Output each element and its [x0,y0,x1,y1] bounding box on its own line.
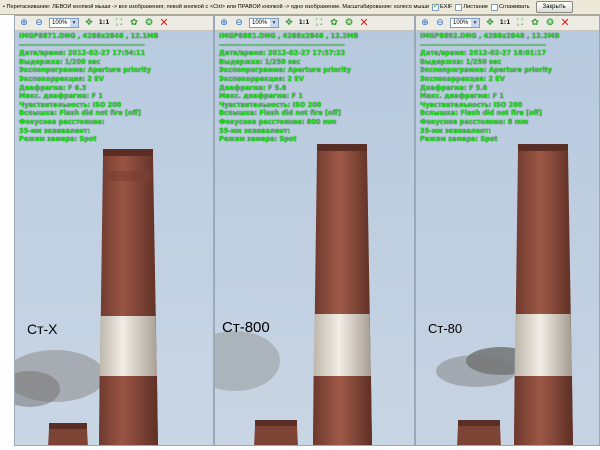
exif-overlay: IMGP8892.DNG , 4288x2848 , 12.2MB ------… [420,32,560,144]
chevron-down-icon[interactable]: ▼ [270,19,278,27]
exif-checkbox-label: EXIF [439,4,453,10]
smooth-checkbox-label: Сглаживать [498,4,530,10]
zoom-value: 100% [252,20,268,26]
exif-line-program: Экспопрограмма: Aperture priority [219,66,352,75]
smooth-checkbox[interactable]: Сглаживать [490,3,530,11]
zoom-value: 100% [453,20,469,26]
exif-line-35mm: 35-мм эквивалент: [19,126,91,135]
exif-line-focal: Фокусное расстояние: [19,117,105,126]
pane-toolbar: ⊕ ⊖ 100% ▼ ✥ 1:1 ⛶ ✿ ❂ ✕ [215,16,414,31]
scroll-checkbox-label: Листание [463,4,488,10]
photo-caption: Ст-800 [222,319,270,336]
exif-separator: ----------------------------------------… [19,40,145,49]
actual-size-button[interactable]: 1:1 [99,18,110,28]
exif-check-box[interactable] [431,2,439,11]
exif-header: IMGP8871.DNG , 4288x2848 , 12.1MB [19,32,159,40]
zoom-select[interactable]: 100% ▼ [49,18,79,28]
zoom-out-icon[interactable]: ⊖ [435,18,445,28]
chevron-down-icon[interactable]: ▼ [70,19,78,27]
exif-header: IMGP8892.DNG , 4288x2848 , 12.2MB [420,32,560,40]
exif-line-focal: Фокусное расстояние: 8 mm [420,117,529,126]
exif-line-datetime: Дата/время: 2012-02-27 17:57:22 [219,49,346,58]
close-window-button[interactable]: Закрыть [535,1,573,13]
exif-line-max-aperture: Макс. диафрагма: F 1 [420,92,504,101]
exif-line-flash: Вспышка: Flash did not fire [off] [219,109,341,118]
info-icon[interactable]: ✿ [329,18,339,28]
exif-separator: ----------------------------------------… [219,40,345,49]
info-icon[interactable]: ✿ [129,18,139,28]
exif-line-metering: Режим замера: Spot [19,135,97,144]
smooth-check-box[interactable] [490,3,498,11]
close-icon[interactable]: ✕ [159,17,169,28]
exif-line-max-aperture: Макс. диафрагма: F 1 [19,92,103,101]
image-pane-1[interactable]: ⊕ ⊖ 100% ▼ ✥ 1:1 ⛶ ✿ ❂ ✕ IMGP8871.DNG , … [14,15,214,446]
exif-line-datetime: Дата/время: 2012-02-27 18:01:17 [420,49,547,58]
save-icon[interactable]: ❂ [545,18,555,28]
fit-icon[interactable]: ✥ [485,18,495,28]
image-pane-2[interactable]: ⊕ ⊖ 100% ▼ ✥ 1:1 ⛶ ✿ ❂ ✕ IMGP8881.DNG , … [214,15,415,446]
zoom-in-icon[interactable]: ⊕ [19,18,29,28]
exif-line-aperture: Диафрагма: F 5.6 [219,83,287,92]
exif-line-35mm: 35-мм эквивалент: [219,126,291,135]
info-icon[interactable]: ✿ [530,18,540,28]
exif-line-program: Экспопрограмма: Aperture priority [19,66,152,75]
exif-line-metering: Режим замера: Spot [420,135,498,144]
actual-size-button[interactable]: 1:1 [299,18,310,28]
chevron-down-icon[interactable]: ▼ [471,19,479,27]
exif-line-aperture: Диафрагма: F 5.6 [420,83,488,92]
zoom-value: 100% [52,20,68,26]
zoom-select[interactable]: 100% ▼ [450,18,480,28]
exif-overlay: IMGP8871.DNG , 4288x2848 , 12.1MB ------… [19,32,159,144]
exif-separator: ----------------------------------------… [420,40,546,49]
exif-line-flash: Вспышка: Flash did not fire [off] [420,109,542,118]
exif-line-focal: Фокусное расстояние: 800 mm [219,117,337,126]
close-icon[interactable]: ✕ [560,17,570,28]
exif-line-datetime: Дата/время: 2012-02-27 17:54:11 [19,49,146,58]
zoom-in-icon[interactable]: ⊕ [420,18,430,28]
save-icon[interactable]: ❂ [344,18,354,28]
exif-overlay: IMGP8881.DNG , 4288x2848 , 12.2MB ------… [219,32,359,144]
zoom-out-icon[interactable]: ⊖ [34,18,44,28]
scroll-check-box[interactable] [455,3,463,11]
save-icon[interactable]: ❂ [144,18,154,28]
photo-caption: Ст-80 [428,321,463,336]
exif-checkbox[interactable]: EXIF [431,2,453,11]
exif-line-exp-comp: Экспокоррекция: 2 EV [19,74,104,83]
close-icon[interactable]: ✕ [359,17,369,28]
exif-line-max-aperture: Макс. диафрагма: F 1 [219,92,303,101]
exif-line-exp-comp: Экспокоррекция: 2 EV [219,74,304,83]
pane-toolbar: ⊕ ⊖ 100% ▼ ✥ 1:1 ⛶ ✿ ❂ ✕ [416,16,599,31]
exif-line-aperture: Диафрагма: F 6.3 [19,83,87,92]
fit-icon[interactable]: ✥ [84,18,94,28]
zoom-in-icon[interactable]: ⊕ [219,18,229,28]
pane-toolbar: ⊕ ⊖ 100% ▼ ✥ 1:1 ⛶ ✿ ❂ ✕ [15,16,213,31]
exif-line-exp-comp: Экспокоррекция: 2 EV [420,74,505,83]
actual-size-button[interactable]: 1:1 [500,18,511,28]
fullscreen-icon[interactable]: ⛶ [515,18,525,28]
image-pane-3[interactable]: ⊕ ⊖ 100% ▼ ✥ 1:1 ⛶ ✿ ❂ ✕ IMGP8892.DNG , … [415,15,600,446]
scroll-checkbox[interactable]: Листание [455,3,488,11]
zoom-select[interactable]: 100% ▼ [249,18,279,28]
fullscreen-icon[interactable]: ⛶ [314,18,324,28]
image-panes: ⊕ ⊖ 100% ▼ ✥ 1:1 ⛶ ✿ ❂ ✕ IMGP8871.DNG , … [0,15,600,450]
zoom-out-icon[interactable]: ⊖ [234,18,244,28]
exif-line-metering: Режим замера: Spot [219,135,297,144]
exif-line-program: Экспопрограмма: Aperture priority [420,66,553,75]
fullscreen-icon[interactable]: ⛶ [114,18,124,28]
fit-icon[interactable]: ✥ [284,18,294,28]
exif-line-flash: Вспышка: Flash did not fire [off] [19,109,141,118]
exif-line-35mm: 35-мм эквивалент: [420,126,492,135]
drag-zoom-hint: • Перетаскивание: ЛЕВОЙ кнопкой мыши -> … [3,4,429,10]
photo-caption: Ст-X [27,321,58,337]
exif-header: IMGP8881.DNG , 4288x2848 , 12.2MB [219,32,359,40]
hint-bar: • Перетаскивание: ЛЕВОЙ кнопкой мыши -> … [0,0,600,15]
